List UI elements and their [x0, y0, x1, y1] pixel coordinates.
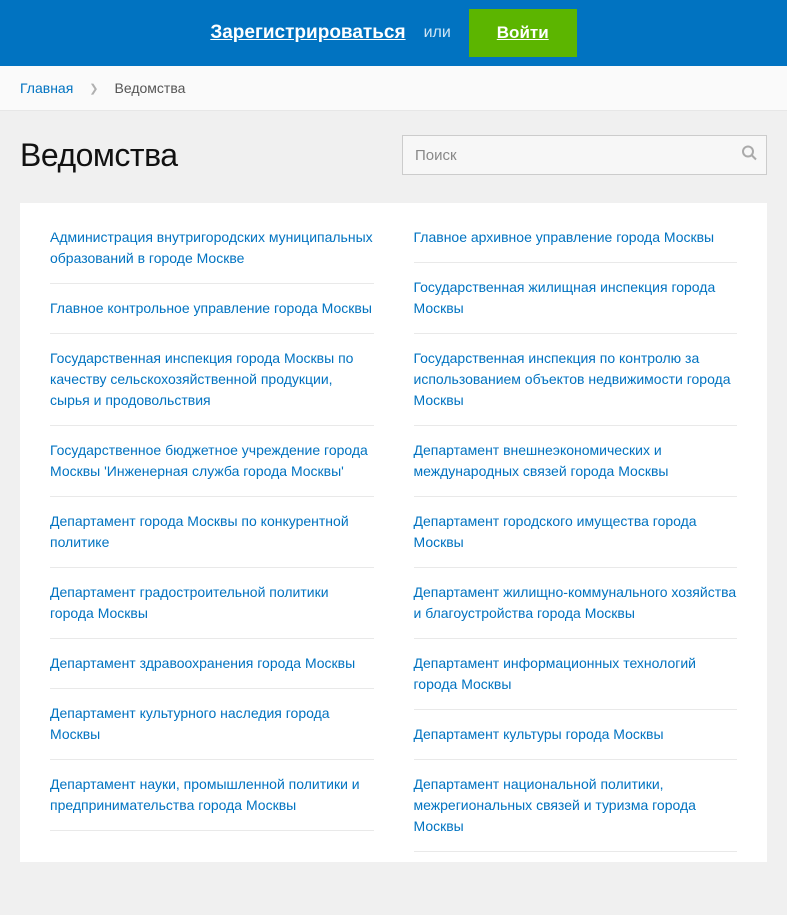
- department-link[interactable]: Департамент городского имущества города …: [414, 511, 738, 553]
- department-link[interactable]: Департамент города Москвы по конкурентно…: [50, 511, 374, 553]
- breadcrumb-home[interactable]: Главная: [20, 80, 73, 96]
- department-link[interactable]: Государственная инспекция города Москвы …: [50, 348, 374, 411]
- department-link[interactable]: Администрация внутригородских муниципаль…: [50, 227, 374, 269]
- department-item: Департамент внешнеэкономических и междун…: [414, 426, 738, 497]
- chevron-right-icon: ❯: [89, 82, 98, 95]
- top-bar: Зарегистрироваться или Войти: [0, 0, 787, 66]
- department-item: Департамент национальной политики, межре…: [414, 760, 738, 852]
- department-item: Департамент культурного наследия города …: [50, 689, 374, 760]
- department-link[interactable]: Департамент жилищно-коммунального хозяйс…: [414, 582, 738, 624]
- breadcrumb-current: Ведомства: [115, 80, 186, 96]
- department-item: Департамент городского имущества города …: [414, 497, 738, 568]
- department-link[interactable]: Департамент внешнеэкономических и междун…: [414, 440, 738, 482]
- search-box: [402, 135, 767, 175]
- department-link[interactable]: Главное контрольное управление города Мо…: [50, 298, 374, 319]
- departments-card: Администрация внутригородских муниципаль…: [20, 203, 767, 862]
- department-link[interactable]: Государственное бюджетное учреждение гор…: [50, 440, 374, 482]
- page-content: Ведомства Администрация внутригородских …: [0, 111, 787, 862]
- or-text: или: [424, 24, 451, 42]
- department-item: Департамент информационных технологий го…: [414, 639, 738, 710]
- department-link[interactable]: Департамент информационных технологий го…: [414, 653, 738, 695]
- departments-column-left: Администрация внутригородских муниципаль…: [50, 227, 374, 852]
- page-title: Ведомства: [20, 137, 178, 174]
- register-link[interactable]: Зарегистрироваться: [210, 22, 405, 44]
- department-link[interactable]: Департамент науки, промышленной политики…: [50, 774, 374, 816]
- department-link[interactable]: Главное архивное управление города Москв…: [414, 227, 738, 248]
- department-item: Департамент жилищно-коммунального хозяйс…: [414, 568, 738, 639]
- department-item: Государственное бюджетное учреждение гор…: [50, 426, 374, 497]
- department-item: Главное контрольное управление города Мо…: [50, 284, 374, 334]
- search-icon[interactable]: [741, 145, 757, 166]
- title-row: Ведомства: [20, 135, 767, 175]
- departments-column-right: Главное архивное управление города Москв…: [414, 227, 738, 852]
- department-link[interactable]: Департамент национальной политики, межре…: [414, 774, 738, 837]
- department-item: Департамент градостроительной политики г…: [50, 568, 374, 639]
- department-item: Департамент города Москвы по конкурентно…: [50, 497, 374, 568]
- breadcrumb: Главная ❯ Ведомства: [0, 66, 787, 111]
- department-item: Государственная жилищная инспекция город…: [414, 263, 738, 334]
- department-link[interactable]: Государственная инспекция по контролю за…: [414, 348, 738, 411]
- department-link[interactable]: Государственная жилищная инспекция город…: [414, 277, 738, 319]
- department-item: Департамент науки, промышленной политики…: [50, 760, 374, 831]
- department-item: Департамент здравоохранения города Москв…: [50, 639, 374, 689]
- search-input[interactable]: [402, 135, 767, 175]
- department-link[interactable]: Департамент здравоохранения города Москв…: [50, 653, 374, 674]
- department-item: Главное архивное управление города Москв…: [414, 227, 738, 263]
- department-link[interactable]: Департамент культурного наследия города …: [50, 703, 374, 745]
- department-link[interactable]: Департамент культуры города Москвы: [414, 724, 738, 745]
- department-item: Администрация внутригородских муниципаль…: [50, 227, 374, 284]
- department-item: Государственная инспекция города Москвы …: [50, 334, 374, 426]
- department-link[interactable]: Департамент градостроительной политики г…: [50, 582, 374, 624]
- department-item: Государственная инспекция по контролю за…: [414, 334, 738, 426]
- department-item: Департамент культуры города Москвы: [414, 710, 738, 760]
- login-button[interactable]: Войти: [469, 9, 577, 57]
